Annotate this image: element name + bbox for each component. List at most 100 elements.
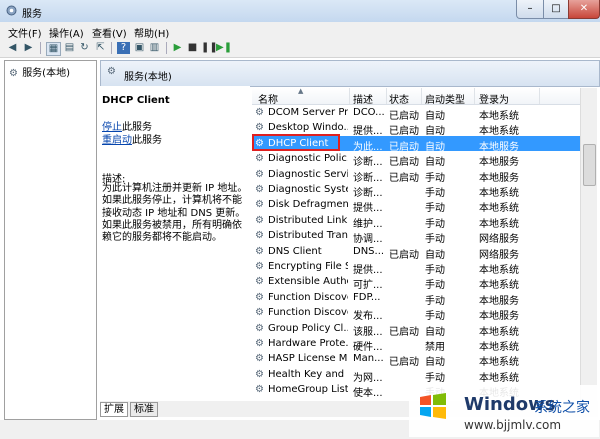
service-name-cell: DCOM Server Pr... — [268, 107, 348, 118]
stop-suffix: 此服务 — [122, 122, 152, 133]
minimize-button[interactable]: – — [516, 0, 544, 19]
gear-icon: ⚙ — [255, 230, 264, 242]
column-divider[interactable] — [539, 88, 540, 104]
help-icon[interactable]: ? — [117, 42, 130, 54]
gear-icon: ⚙ — [255, 107, 264, 118]
tree-node-services-local[interactable]: ⚙ 服务(本地) — [9, 64, 70, 79]
window-title: 服务 — [22, 9, 42, 20]
service-row[interactable]: ⚙Diagnostic Servi...诊断...已启动手动本地服务 — [252, 167, 580, 184]
windows-logo-icon — [420, 393, 446, 419]
menu-action[interactable]: 操作(A) — [49, 25, 84, 40]
menu-file[interactable]: 文件(F) — [8, 25, 42, 40]
service-row[interactable]: ⚙Distributed Tran...协调...手动网络服务 — [252, 228, 580, 245]
gear-icon: ⚙ — [255, 168, 264, 180]
column-divider[interactable] — [474, 88, 475, 104]
scrollbar-thumb[interactable] — [583, 144, 596, 186]
service-name-cell: Distributed Tran... — [268, 230, 348, 242]
back-icon[interactable]: ◀ — [6, 42, 19, 54]
service-row[interactable]: ⚙ Hardware Prote... 硬件... 禁用 本地系统 — [252, 336, 580, 353]
gear-icon: ⚙ — [255, 338, 264, 349]
service-name-cell: Disk Defragmen... — [268, 199, 348, 211]
service-name-cell: Desktop Windo... — [268, 122, 348, 134]
restart-icon[interactable]: ▶❚ — [216, 42, 232, 54]
menu-help[interactable]: 帮助(H) — [134, 25, 169, 40]
gear-icon: ⚙ — [255, 307, 264, 319]
gear-icon: ⚙ — [255, 322, 264, 334]
console-tree: ⚙ 服务(本地) — [4, 60, 97, 420]
pause-icon[interactable]: ❚❚ — [201, 42, 218, 54]
service-row[interactable]: ⚙DCOM Server Pr...DCO...已启动自动本地系统 — [252, 105, 580, 122]
toolbar-separator — [166, 42, 167, 54]
forward-icon[interactable]: ▶ — [22, 42, 35, 54]
refresh-icon[interactable]: ↻ — [78, 42, 91, 54]
tab-extended[interactable]: 扩展 — [100, 402, 128, 417]
service-name-cell: DNS Client — [268, 245, 322, 257]
service-name-cell: Extensible Authe... — [268, 276, 348, 288]
pane-header: ⚙ 服务(本地) — [100, 60, 600, 87]
selection-highlight-box — [252, 134, 340, 151]
gear-icon: ⚙ — [255, 153, 264, 165]
service-row[interactable]: ⚙ Group Policy Cl... 该服... 已启动 自动 本地系统 — [252, 321, 580, 338]
stop-icon[interactable]: ■ — [186, 42, 199, 54]
export-icon[interactable]: ⇱ — [94, 42, 107, 54]
service-name-cell: HomeGroup List... — [268, 384, 348, 396]
gear-icon: ⚙ — [255, 276, 264, 288]
service-row[interactable]: ⚙ Health Key and ... 为网... 手动 本地系统 — [252, 367, 580, 384]
console-tree-icon[interactable]: ▦ — [46, 42, 61, 56]
service-row[interactable]: ⚙Function Discove...发布...手动本地服务 — [252, 305, 580, 322]
watermark-brand-cn: 系统之家 — [534, 400, 590, 416]
column-description[interactable]: 描述 — [353, 91, 373, 106]
vertical-scrollbar[interactable] — [580, 88, 597, 401]
tab-standard[interactable]: 标准 — [130, 402, 158, 417]
pane-title: 服务(本地) — [124, 72, 172, 83]
gear-icon: ⚙ — [255, 368, 264, 380]
column-divider[interactable] — [421, 88, 422, 104]
service-row[interactable]: ⚙Diagnostic Syste...诊断...手动本地系统 — [252, 182, 580, 199]
service-description-cell: DNS... — [353, 245, 385, 257]
service-description-cell: DCO... — [353, 107, 385, 118]
column-log-on-as[interactable]: 登录为 — [479, 91, 509, 106]
service-row[interactable]: ⚙Disk Defragmen...提供...手动本地系统 — [252, 197, 580, 214]
title-bar: 服务 – □ ✕ — [0, 0, 600, 22]
maximize-button[interactable]: □ — [543, 0, 569, 19]
mmc-icon[interactable]: ▥ — [148, 42, 161, 54]
properties-icon[interactable]: ▣ — [133, 42, 146, 54]
service-description-cell: 使本... — [353, 388, 383, 400]
service-row[interactable]: ⚙ Diagnostic Polic... 诊断... 已启动 自动 本地服务 — [252, 151, 580, 168]
services-gear-icon — [6, 5, 17, 16]
stop-service-link[interactable]: 停止 — [102, 122, 122, 133]
service-row[interactable]: ⚙Extensible Authe...可扩...手动本地系统 — [252, 274, 580, 291]
service-actions: 停止此服务 重启动此服务 — [102, 121, 162, 147]
service-row[interactable]: ⚙ DNS Client DNS... 已启动 自动 网络服务 — [252, 244, 580, 261]
service-row[interactable]: ⚙Function Discove...FDP...手动本地服务 — [252, 290, 580, 307]
service-row[interactable]: ⚙Encrypting File S...提供...手动本地系统 — [252, 259, 580, 276]
tree-node-label: 服务(本地) — [22, 68, 70, 79]
service-detail-panel: DHCP Client 停止此服务 重启动此服务 描述: 为此计算机注册并更新 … — [100, 86, 250, 401]
column-name[interactable]: 名称 — [258, 91, 278, 106]
gear-icon: ⚙ — [9, 68, 18, 79]
menu-view[interactable]: 查看(V) — [92, 25, 127, 40]
gear-icon: ⚙ — [255, 199, 264, 211]
view-icon[interactable]: ▤ — [63, 42, 76, 54]
toolbar-separator — [40, 42, 41, 54]
service-row[interactable]: ⚙Distributed Link ...维护...手动本地系统 — [252, 213, 580, 230]
service-name-cell: Distributed Link ... — [268, 214, 348, 226]
service-description-cell: Man... — [353, 353, 384, 365]
service-name-cell: Encrypting File S... — [268, 261, 348, 272]
restart-service-link[interactable]: 重启动 — [102, 135, 132, 146]
service-row[interactable]: ⚙HASP License M...Man...已启动自动本地系统 — [252, 351, 580, 368]
gear-icon: ⚙ — [255, 291, 264, 303]
gear-icon: ⚙ — [107, 66, 116, 77]
close-button[interactable]: ✕ — [568, 0, 600, 19]
menu-bar: 文件(F) 操作(A) 查看(V) 帮助(H) — [0, 22, 600, 40]
gear-icon: ⚙ — [255, 184, 264, 195]
column-divider[interactable] — [386, 88, 387, 104]
column-startup-type[interactable]: 启动类型 — [425, 91, 465, 106]
column-divider[interactable] — [349, 88, 350, 104]
service-name-cell: Diagnostic Servi... — [268, 168, 348, 180]
toolbar: ◀ ▶ ▦ ▤ ↻ ⇱ ? ▣ ▥ ▶ ■ ❚❚ ▶❚ — [0, 40, 600, 58]
column-status[interactable]: 状态 — [389, 91, 409, 106]
start-icon[interactable]: ▶ — [171, 42, 184, 54]
sort-ascending-icon: ▲ — [298, 88, 304, 95]
service-name-cell: Health Key and ... — [268, 368, 348, 380]
